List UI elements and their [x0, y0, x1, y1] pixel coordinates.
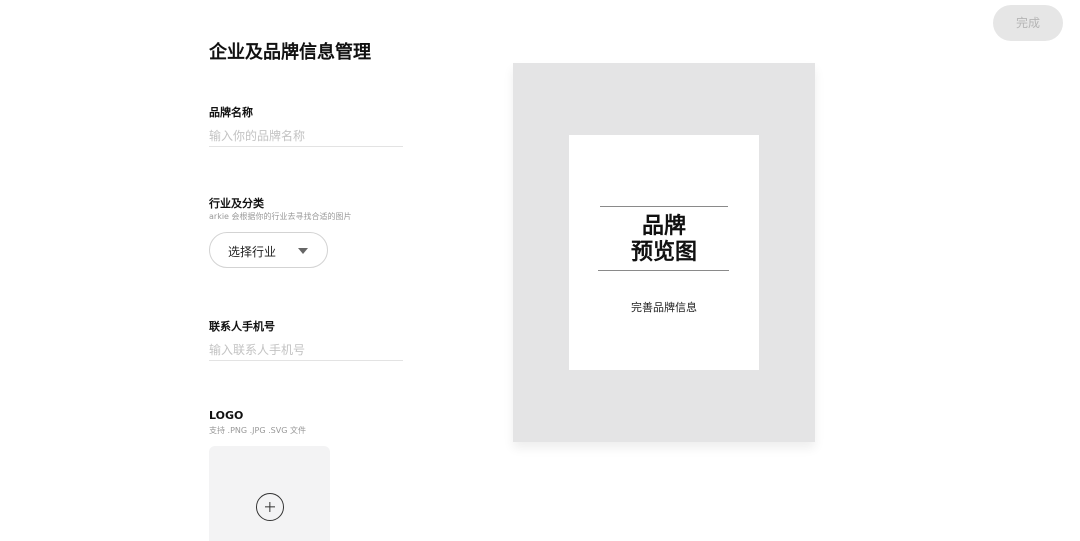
industry-select[interactable]: 选择行业 [209, 232, 328, 268]
industry-select-label: 选择行业 [228, 245, 277, 259]
logo-hint: 支持 .PNG .JPG .SVG 文件 [209, 426, 306, 435]
brand-preview-card: 品牌 预览图 完善品牌信息 [569, 135, 759, 370]
phone-input[interactable] [209, 339, 403, 361]
phone-label: 联系人手机号 [209, 320, 275, 333]
logo-upload-area[interactable] [209, 446, 330, 541]
plus-circle-icon[interactable] [256, 493, 284, 521]
logo-label: LOGO [209, 409, 244, 422]
brand-name-label: 品牌名称 [209, 106, 253, 119]
done-button[interactable]: 完成 [993, 5, 1063, 41]
preview-bottom-rule [598, 270, 729, 271]
industry-hint: arkie 会根据你的行业去寻找合适的图片 [209, 212, 352, 221]
preview-subtitle: 完善品牌信息 [631, 301, 697, 314]
preview-title-line2: 预览图 [630, 239, 697, 265]
industry-label: 行业及分类 [209, 197, 264, 210]
page-title: 企业及品牌信息管理 [209, 42, 371, 63]
preview-top-rule [600, 206, 728, 207]
brand-info-page: 完成 企业及品牌信息管理 品牌名称 行业及分类 arkie 会根据你的行业去寻找… [0, 0, 1080, 541]
caret-down-icon [298, 248, 308, 254]
preview-title-line1: 品牌 [641, 213, 686, 239]
brand-preview-frame: 品牌 预览图 完善品牌信息 [513, 63, 815, 442]
brand-name-input[interactable] [209, 125, 403, 147]
